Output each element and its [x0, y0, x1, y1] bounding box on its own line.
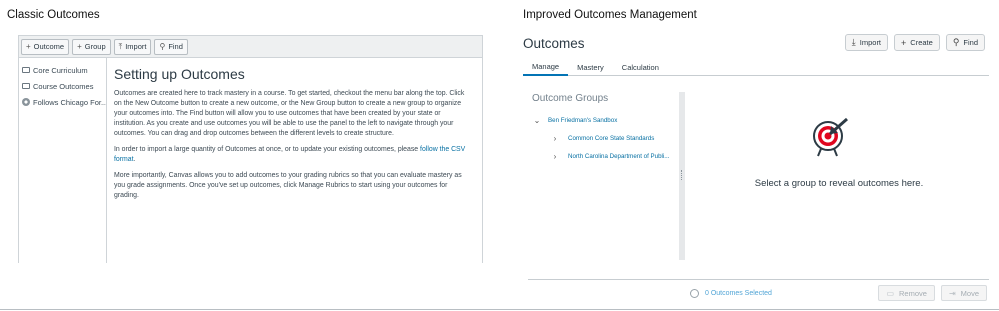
- remove-label: Remove: [899, 288, 927, 298]
- group-label: Ben Friedman's Sandbox: [548, 116, 618, 124]
- find-label: Find: [168, 42, 183, 51]
- classic-outcomes-panel: + Outcome + Group ⤒ Import ⚲ Find Core C…: [18, 35, 483, 263]
- sidebar-item-label: Course Outcomes: [33, 81, 94, 91]
- import-paragraph: In order to import a large quantity of O…: [114, 145, 469, 165]
- plus-icon: +: [77, 42, 82, 51]
- import-icon: ⤒: [118, 41, 123, 51]
- improved-panel-title: Improved Outcomes Management: [523, 9, 697, 21]
- target-icon: [813, 117, 848, 157]
- search-icon: ⚲: [159, 42, 166, 51]
- classic-toolbar: + Outcome + Group ⤒ Import ⚲ Find: [19, 36, 482, 58]
- find-button[interactable]: ⚲ Find: [154, 38, 188, 55]
- plus-icon: +: [26, 42, 31, 51]
- search-icon: ⚲: [952, 37, 960, 47]
- find-button[interactable]: ⚲ Find: [945, 34, 985, 51]
- selection-icon: [690, 289, 699, 298]
- import-text-end: .: [133, 156, 136, 163]
- globe-icon: [22, 98, 30, 106]
- trash-icon: ▭: [886, 288, 895, 298]
- outcomes-reveal-area: Select a group to reveal outcomes here.: [690, 92, 988, 260]
- create-label: Create: [910, 38, 933, 47]
- outcome-groups-heading: Outcome Groups: [532, 93, 609, 104]
- folder-icon: [22, 83, 30, 89]
- add-outcome-label: Outcome: [33, 42, 65, 51]
- page-title: Setting up Outcomes: [114, 66, 245, 82]
- classic-content: Setting up Outcomes Outcomes are created…: [114, 66, 469, 207]
- page-title: Outcomes: [523, 36, 585, 51]
- chevron-right-icon: ›: [553, 151, 557, 161]
- group-root[interactable]: ⌄ Ben Friedman's Sandbox: [528, 111, 678, 129]
- add-group-label: Group: [84, 42, 106, 51]
- group-label: Common Core State Standards: [568, 134, 655, 142]
- move-button[interactable]: ⇥ Move: [940, 285, 987, 301]
- classic-sidebar: Core Curriculum Course Outcomes Follows …: [19, 58, 107, 263]
- outcomes-selected[interactable]: 0 Outcomes Selected: [690, 289, 772, 298]
- folder-icon: [22, 67, 30, 73]
- tab-calculation[interactable]: Calculation: [613, 58, 668, 76]
- sidebar-item-chicago[interactable]: Follows Chicago For...: [19, 94, 106, 110]
- add-group-button[interactable]: + Group: [72, 38, 111, 55]
- header-actions: ⤓ Import + Create ⚲ Find: [844, 34, 985, 51]
- sidebar-item-label: Core Curriculum: [33, 65, 88, 75]
- add-outcome-button[interactable]: + Outcome: [21, 38, 70, 55]
- group-common-core[interactable]: › Common Core State Standards: [528, 129, 678, 147]
- sidebar-item-course-outcomes[interactable]: Course Outcomes: [19, 78, 106, 94]
- selected-count: 0 Outcomes Selected: [705, 290, 772, 297]
- group-north-carolina[interactable]: › North Carolina Department of Publi...: [528, 147, 678, 165]
- sidebar-item-core-curriculum[interactable]: Core Curriculum: [19, 62, 106, 78]
- import-button[interactable]: ⤒ Import: [113, 38, 152, 55]
- tab-mastery[interactable]: Mastery: [568, 58, 613, 76]
- move-icon: ⇥: [948, 288, 956, 298]
- group-label: North Carolina Department of Publi...: [568, 152, 670, 160]
- remove-button[interactable]: ▭ Remove: [878, 285, 935, 301]
- import-label: Import: [125, 42, 147, 51]
- empty-state-message: Select a group to reveal outcomes here.: [754, 178, 924, 189]
- chevron-down-icon: ⌄: [533, 115, 541, 125]
- bottom-divider: [0, 309, 999, 310]
- footer-actions: ▭ Remove ⇥ Move: [878, 285, 987, 301]
- intro-paragraph: Outcomes are created here to track maste…: [114, 90, 465, 137]
- import-button[interactable]: ⤓ Import: [844, 34, 889, 51]
- sidebar-item-label: Follows Chicago For...: [33, 97, 106, 107]
- plus-icon: +: [901, 37, 907, 48]
- tab-manage[interactable]: Manage: [523, 58, 569, 76]
- move-label: Move: [960, 288, 979, 298]
- create-button[interactable]: + Create: [894, 34, 940, 51]
- panel-resize-handle[interactable]: [679, 92, 685, 260]
- classic-panel-title: Classic Outcomes: [7, 9, 100, 21]
- outcome-groups-panel: Outcome Groups ⌄ Ben Friedman's Sandbox …: [528, 92, 678, 260]
- import-icon: ⤓: [851, 37, 856, 47]
- drag-grip-icon: [681, 170, 683, 180]
- tab-bar: Manage Mastery Calculation: [523, 58, 989, 76]
- import-label: Import: [859, 38, 882, 47]
- footer-divider: [528, 279, 989, 280]
- import-text: In order to import a large quantity of O…: [114, 146, 421, 153]
- rubrics-paragraph: More importantly, Canvas allows you to a…: [114, 172, 462, 199]
- chevron-right-icon: ›: [553, 133, 557, 143]
- find-label: Find: [963, 38, 978, 47]
